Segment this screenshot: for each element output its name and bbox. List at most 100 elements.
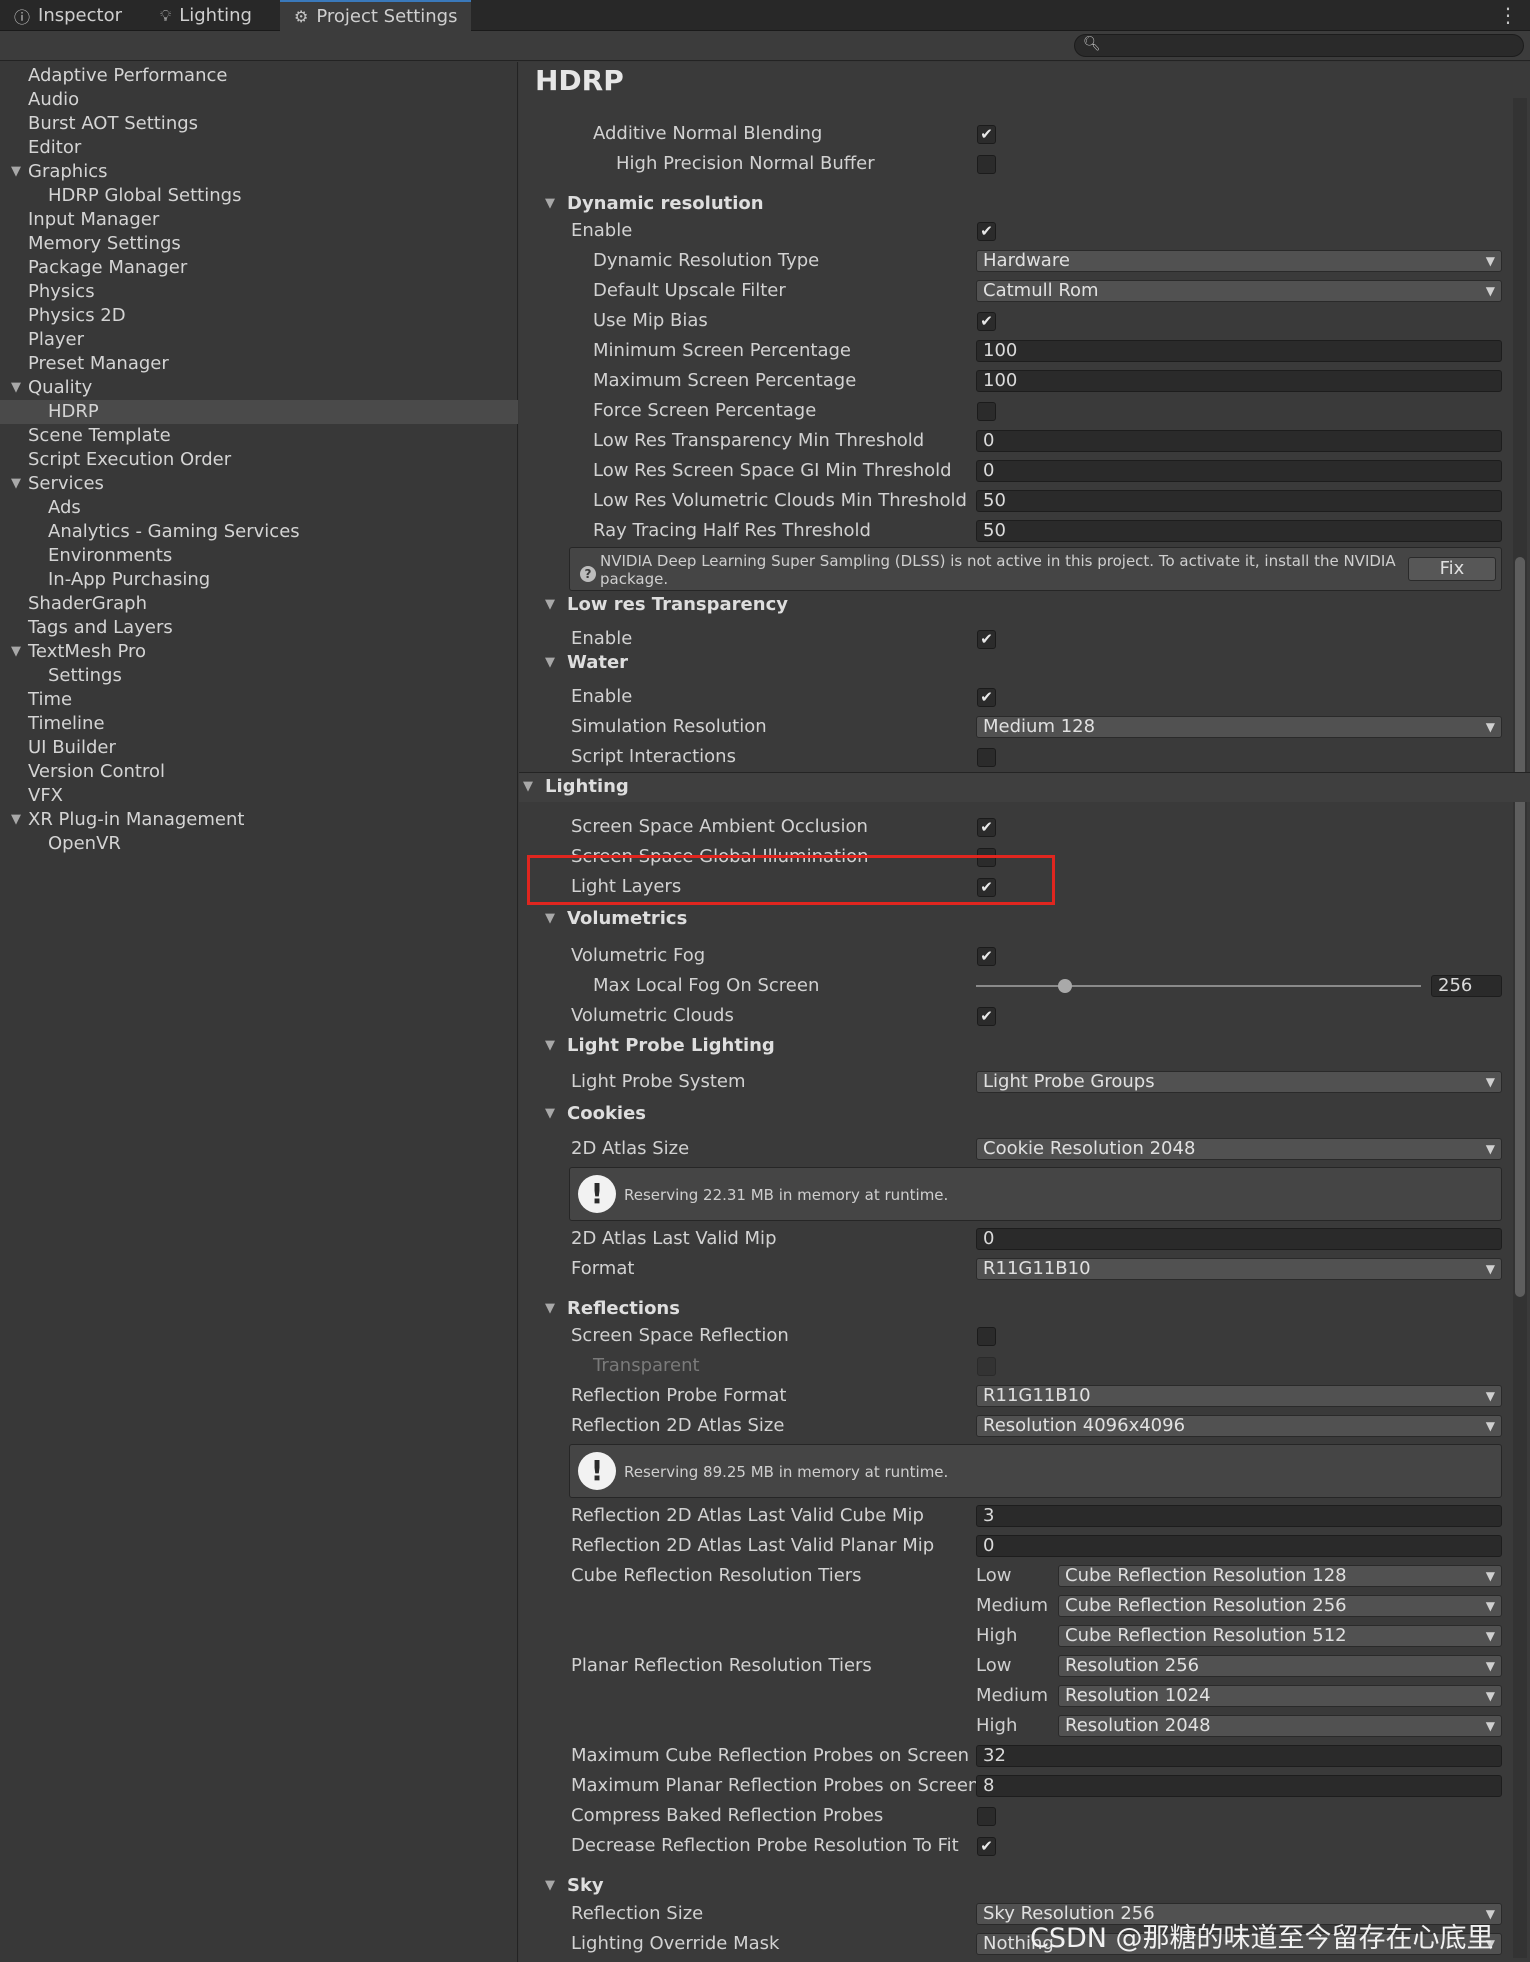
slider-handle[interactable] xyxy=(1058,979,1072,993)
section-header-lighting[interactable]: ▼ Lighting xyxy=(519,772,1530,802)
ray-tracing-half-res-threshold-field[interactable]: 50 xyxy=(976,520,1502,542)
tier-medium-dropdown[interactable]: Resolution 1024 ▼ xyxy=(1058,1685,1502,1707)
expand-triangle-icon[interactable]: ▼ xyxy=(11,376,21,400)
tab-inspector[interactable]: ⓘ Inspector xyxy=(0,0,136,31)
high-precision-normal-buffer-checkbox[interactable]: ✔ xyxy=(977,155,996,174)
foldout-triangle-icon[interactable]: ▼ xyxy=(545,1100,555,1128)
foldout-triangle-icon[interactable]: ▼ xyxy=(545,905,555,933)
2d-atlas-last-valid-mip-field[interactable]: 0 xyxy=(976,1228,1502,1250)
screen-space-reflection-checkbox[interactable]: ✔ xyxy=(977,1327,996,1346)
sidebar-item-in-app-purchasing[interactable]: In-App Purchasing xyxy=(0,568,518,592)
enable-checkbox[interactable]: ✔ xyxy=(977,630,996,649)
sidebar-item-version-control[interactable]: Version Control xyxy=(0,760,518,784)
sidebar-item-vfx[interactable]: VFX xyxy=(0,784,518,808)
foldout-triangle-icon[interactable]: ▼ xyxy=(545,591,555,619)
sidebar-item-ui-builder[interactable]: UI Builder xyxy=(0,736,518,760)
sidebar-item-script-execution-order[interactable]: Script Execution Order xyxy=(0,448,518,472)
low-res-volumetric-clouds-min-threshold-field[interactable]: 50 xyxy=(976,490,1502,512)
additive-normal-blending-checkbox[interactable]: ✔ xyxy=(977,125,996,144)
low-res-screen-space-gi-min-threshold-field[interactable]: 0 xyxy=(976,460,1502,482)
sidebar-item-audio[interactable]: Audio xyxy=(0,88,518,112)
maximum-planar-reflection-probes-on-screen-field[interactable]: 8 xyxy=(976,1775,1502,1797)
script-interactions-checkbox[interactable]: ✔ xyxy=(977,748,996,767)
sidebar-item-preset-manager[interactable]: Preset Manager xyxy=(0,352,518,376)
section-header-light-probe-lighting[interactable]: ▼ Light Probe Lighting xyxy=(519,1032,1509,1060)
sidebar-item-shadergraph[interactable]: ShaderGraph xyxy=(0,592,518,616)
expand-triangle-icon[interactable]: ▼ xyxy=(11,640,21,664)
simulation-resolution-dropdown[interactable]: Medium 128 ▼ xyxy=(976,716,1502,738)
sidebar-item-textmesh-pro[interactable]: ▼ TextMesh Pro xyxy=(0,640,518,664)
expand-triangle-icon[interactable]: ▼ xyxy=(11,808,21,832)
foldout-triangle-icon[interactable]: ▼ xyxy=(545,1295,555,1323)
sidebar-item-quality[interactable]: ▼ Quality xyxy=(0,376,518,400)
foldout-triangle-icon[interactable]: ▼ xyxy=(545,190,555,218)
tier-high-dropdown[interactable]: Cube Reflection Resolution 512 ▼ xyxy=(1058,1625,1502,1647)
enable-checkbox[interactable]: ✔ xyxy=(977,688,996,707)
sidebar-item-package-manager[interactable]: Package Manager xyxy=(0,256,518,280)
foldout-triangle-icon[interactable]: ▼ xyxy=(523,773,533,801)
sidebar-item-time[interactable]: Time xyxy=(0,688,518,712)
expand-triangle-icon[interactable]: ▼ xyxy=(11,472,21,496)
sidebar-item-physics[interactable]: Physics xyxy=(0,280,518,304)
sidebar-item-analytics-gaming-services[interactable]: Analytics - Gaming Services xyxy=(0,520,518,544)
sidebar-item-player[interactable]: Player xyxy=(0,328,518,352)
section-header-cookies[interactable]: ▼ Cookies xyxy=(519,1100,1509,1128)
sidebar-item-hdrp-global-settings[interactable]: HDRP Global Settings xyxy=(0,184,518,208)
foldout-triangle-icon[interactable]: ▼ xyxy=(545,649,555,677)
fix-button[interactable]: Fix xyxy=(1408,557,1496,581)
section-header-dynamic-resolution[interactable]: ▼ Dynamic resolution xyxy=(519,190,1509,218)
light-probe-system-dropdown[interactable]: Light Probe Groups ▼ xyxy=(976,1071,1502,1093)
tab-project-settings[interactable]: ⚙ Project Settings xyxy=(280,0,472,31)
search-input[interactable]: 🔍︎ xyxy=(1074,34,1524,57)
reflection-2d-atlas-last-valid-cube-mip-field[interactable]: 3 xyxy=(976,1505,1502,1527)
compress-baked-reflection-probes-checkbox[interactable]: ✔ xyxy=(977,1807,996,1826)
sidebar-item-timeline[interactable]: Timeline xyxy=(0,712,518,736)
format-dropdown[interactable]: R11G11B10 ▼ xyxy=(976,1258,1502,1280)
maximum-screen-percentage-field[interactable]: 100 xyxy=(976,370,1502,392)
expand-triangle-icon[interactable]: ▼ xyxy=(11,160,21,184)
slider-value-field[interactable]: 256 xyxy=(1431,975,1502,997)
sidebar-item-settings[interactable]: Settings xyxy=(0,664,518,688)
kebab-menu-icon[interactable]: ⋮ xyxy=(1498,3,1518,27)
decrease-reflection-probe-resolution-to-fit-checkbox[interactable]: ✔ xyxy=(977,1837,996,1856)
sidebar-item-scene-template[interactable]: Scene Template xyxy=(0,424,518,448)
sidebar-item-adaptive-performance[interactable]: Adaptive Performance xyxy=(0,64,518,88)
sidebar-item-memory-settings[interactable]: Memory Settings xyxy=(0,232,518,256)
slider-track[interactable] xyxy=(976,985,1421,987)
sidebar-item-environments[interactable]: Environments xyxy=(0,544,518,568)
sidebar-item-hdrp[interactable]: HDRP xyxy=(0,400,518,424)
sidebar-item-input-manager[interactable]: Input Manager xyxy=(0,208,518,232)
volumetric-fog-checkbox[interactable]: ✔ xyxy=(977,947,996,966)
default-upscale-filter-dropdown[interactable]: Catmull Rom ▼ xyxy=(976,280,1502,302)
sidebar-item-physics-2d[interactable]: Physics 2D xyxy=(0,304,518,328)
tier-high-dropdown[interactable]: Resolution 2048 ▼ xyxy=(1058,1715,1502,1737)
dynamic-resolution-type-dropdown[interactable]: Hardware ▼ xyxy=(976,250,1502,272)
foldout-triangle-icon[interactable]: ▼ xyxy=(545,1872,555,1900)
enable-checkbox[interactable]: ✔ xyxy=(977,222,996,241)
low-res-transparency-min-threshold-field[interactable]: 0 xyxy=(976,430,1502,452)
volumetric-clouds-checkbox[interactable]: ✔ xyxy=(977,1007,996,1026)
reflection-2d-atlas-last-valid-planar-mip-field[interactable]: 0 xyxy=(976,1535,1502,1557)
section-header-volumetrics[interactable]: ▼ Volumetrics xyxy=(519,905,1509,933)
sidebar-item-burst-aot-settings[interactable]: Burst AOT Settings xyxy=(0,112,518,136)
sidebar-item-ads[interactable]: Ads xyxy=(0,496,518,520)
sidebar-item-xr-plug-in-management[interactable]: ▼ XR Plug-in Management xyxy=(0,808,518,832)
sidebar-item-openvr[interactable]: OpenVR xyxy=(0,832,518,856)
maximum-cube-reflection-probes-on-screen-field[interactable]: 32 xyxy=(976,1745,1502,1767)
tab-lighting[interactable]: 💡︎ Lighting xyxy=(146,0,266,31)
tier-medium-dropdown[interactable]: Cube Reflection Resolution 256 ▼ xyxy=(1058,1595,1502,1617)
sidebar-item-tags-and-layers[interactable]: Tags and Layers xyxy=(0,616,518,640)
section-header-reflections[interactable]: ▼ Reflections xyxy=(519,1295,1509,1323)
force-screen-percentage-checkbox[interactable]: ✔ xyxy=(977,402,996,421)
tier-low-dropdown[interactable]: Resolution 256 ▼ xyxy=(1058,1655,1502,1677)
screen-space-ambient-occlusion-checkbox[interactable]: ✔ xyxy=(977,818,996,837)
tier-low-dropdown[interactable]: Cube Reflection Resolution 128 ▼ xyxy=(1058,1565,1502,1587)
sidebar-item-graphics[interactable]: ▼ Graphics xyxy=(0,160,518,184)
minimum-screen-percentage-field[interactable]: 100 xyxy=(976,340,1502,362)
sidebar-item-services[interactable]: ▼ Services xyxy=(0,472,518,496)
2d-atlas-size-dropdown[interactable]: Cookie Resolution 2048 ▼ xyxy=(976,1138,1502,1160)
foldout-triangle-icon[interactable]: ▼ xyxy=(545,1032,555,1060)
scrollbar-thumb[interactable] xyxy=(1515,557,1525,1297)
reflection-probe-format-dropdown[interactable]: R11G11B10 ▼ xyxy=(976,1385,1502,1407)
use-mip-bias-checkbox[interactable]: ✔ xyxy=(977,312,996,331)
